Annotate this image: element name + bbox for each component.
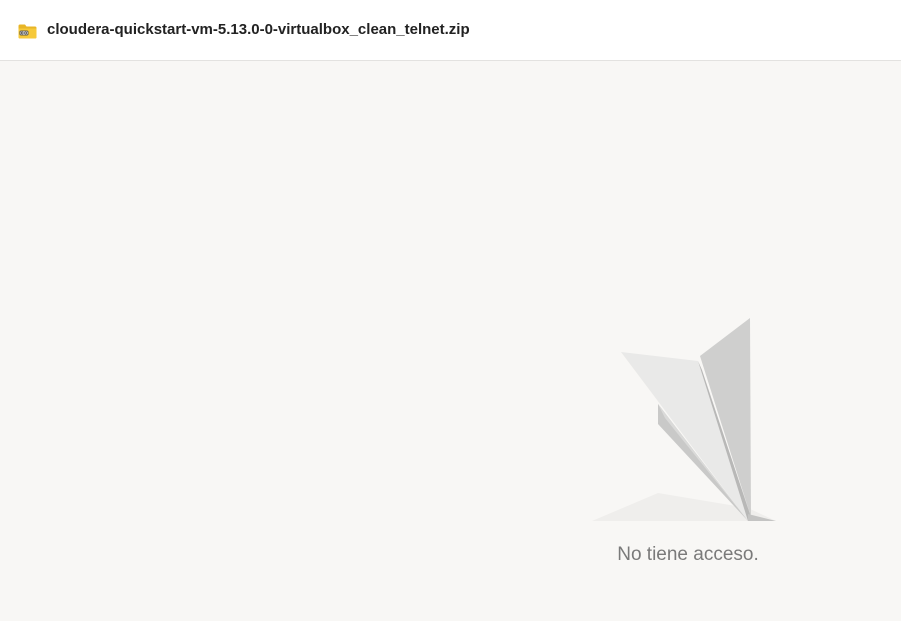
- file-header: cloudera-quickstart-vm-5.13.0-0-virtualb…: [0, 0, 901, 61]
- no-access-message: No tiene acceso.: [617, 544, 759, 565]
- zip-folder-icon: [18, 24, 37, 39]
- paper-plane-illustration: [590, 318, 780, 524]
- file-name-title: cloudera-quickstart-vm-5.13.0-0-virtualb…: [47, 21, 470, 38]
